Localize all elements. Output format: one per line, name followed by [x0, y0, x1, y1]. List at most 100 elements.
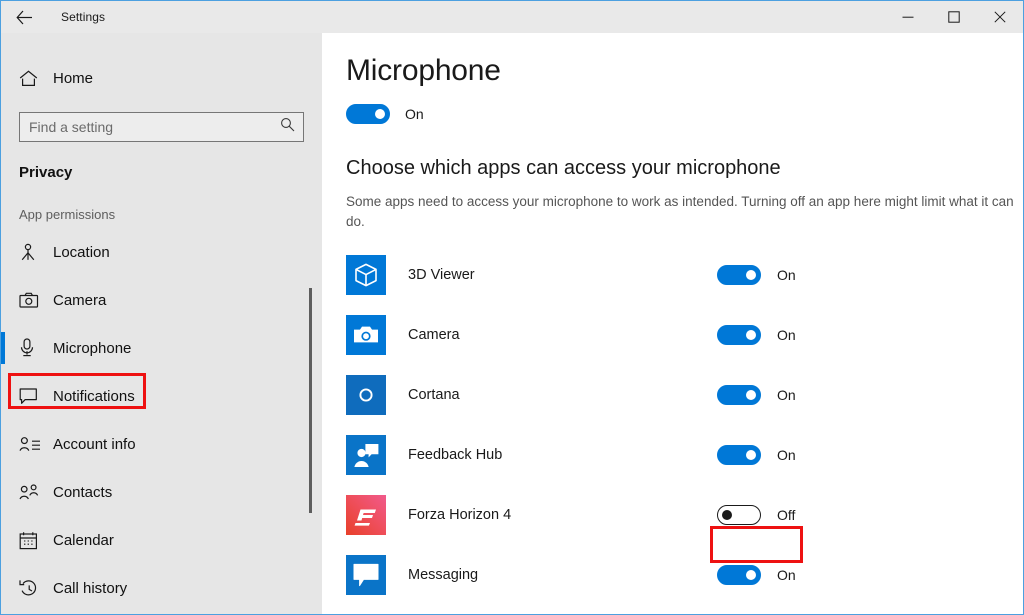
sidebar-item-label: Call history [53, 579, 128, 597]
sidebar-item-label: Microphone [53, 339, 132, 357]
app-row[interactable]: Messaging On [322, 545, 1023, 605]
master-toggle-state: On [405, 106, 424, 122]
sidebar-nav-list: Location Camera Microphone Notifications… [1, 228, 322, 612]
sidebar-item-camera[interactable]: Camera [1, 276, 322, 324]
toggle-knob [746, 449, 756, 460]
sidebar-scrollbar[interactable] [309, 288, 312, 513]
toggle-knob [375, 109, 385, 119]
app-toggle-group: Off [717, 504, 807, 525]
app-row[interactable]: 3D Viewer On [322, 245, 1023, 305]
app-permission-toggle[interactable] [717, 264, 761, 285]
app-toggle-group: On [717, 264, 807, 285]
app-toggle-state: On [777, 566, 796, 583]
sidebar: Home Privacy App permissions [1, 33, 322, 614]
home-icon [19, 70, 41, 87]
sidebar-item-label: Calendar [53, 531, 114, 549]
scrollbar-thumb[interactable] [309, 288, 312, 513]
app-name: Forza Horizon 4 [408, 506, 512, 523]
sidebar-item-label: Location [53, 243, 110, 261]
sidebar-item-home[interactable]: Home [1, 58, 322, 98]
app-toggle-state: On [777, 326, 796, 343]
maximize-button[interactable] [931, 1, 977, 33]
sidebar-item-calendar[interactable]: Calendar [1, 516, 322, 564]
app-name: Messaging [408, 566, 479, 583]
search-input[interactable] [20, 113, 270, 141]
app-permission-toggle[interactable] [717, 504, 761, 525]
search-icon [280, 117, 295, 137]
app-toggle-state: On [777, 446, 796, 463]
app-toggle-state: On [777, 266, 796, 283]
app-toggle-group: On [717, 564, 807, 585]
sidebar-item-account-info[interactable]: Account info [1, 420, 322, 468]
close-button[interactable] [977, 1, 1023, 33]
messaging-icon [346, 554, 386, 595]
back-button[interactable] [1, 1, 47, 33]
app-toggle-group: On [717, 324, 807, 345]
app-row[interactable]: Feedback Hub On [322, 425, 1023, 485]
app-row[interactable]: Cortana On [322, 365, 1023, 425]
app-toggle-group: On [717, 444, 807, 465]
sidebar-section-title: Privacy [19, 164, 73, 181]
app-row[interactable]: Camera On [322, 305, 1023, 365]
toggle-knob [746, 569, 756, 580]
section-description: Some apps need to access your microphone… [346, 194, 1014, 230]
location-icon [19, 243, 41, 262]
app-name: Cortana [408, 386, 460, 403]
toggle-knob [746, 329, 756, 340]
cube-icon [346, 254, 386, 295]
search-box[interactable] [19, 112, 304, 142]
contacts-icon [19, 483, 41, 501]
app-name: Camera [408, 326, 460, 343]
microphone-master-toggle[interactable] [346, 104, 390, 124]
back-arrow-icon [15, 10, 32, 24]
maximize-icon [948, 11, 960, 23]
app-name: 3D Viewer [408, 266, 475, 283]
window-title: Settings [61, 10, 106, 24]
app-permission-toggle[interactable] [717, 384, 761, 405]
sidebar-item-call-history[interactable]: Call history [1, 564, 322, 612]
forza-icon [346, 494, 386, 535]
selection-indicator [1, 332, 5, 364]
main-content: Microphone On Choose which apps can acce… [322, 33, 1023, 614]
app-toggle-state: On [777, 386, 796, 403]
app-permission-list: 3D Viewer On Camera On Cortana On Feedba… [322, 245, 1023, 605]
sidebar-item-label: Camera [53, 291, 107, 309]
app-permission-toggle[interactable] [717, 324, 761, 345]
camera-icon [19, 292, 41, 309]
camera-app-icon [346, 314, 386, 355]
call-history-icon [19, 579, 41, 598]
section-subheading: Choose which apps can access your microp… [346, 157, 781, 179]
app-name: Feedback Hub [408, 446, 503, 463]
sidebar-group-label: App permissions [19, 207, 116, 222]
toggle-knob [746, 389, 756, 400]
minimize-icon [902, 16, 914, 18]
title-bar: Settings [1, 1, 1023, 33]
sidebar-item-microphone[interactable]: Microphone [1, 324, 322, 372]
sidebar-item-location[interactable]: Location [1, 228, 322, 276]
calendar-icon [19, 531, 41, 550]
sidebar-item-label: Notifications [53, 387, 135, 405]
sidebar-item-notifications[interactable]: Notifications [1, 372, 322, 420]
app-permission-toggle[interactable] [717, 444, 761, 465]
app-toggle-group: On [717, 384, 807, 405]
app-permission-toggle[interactable] [717, 564, 761, 585]
sidebar-item-contacts[interactable]: Contacts [1, 468, 322, 516]
account-info-icon [19, 436, 41, 453]
app-row[interactable]: Forza Horizon 4 Off [322, 485, 1023, 545]
minimize-button[interactable] [885, 1, 931, 33]
notification-icon [19, 387, 41, 405]
close-icon [994, 11, 1006, 23]
home-label: Home [53, 69, 94, 87]
master-toggle-row: On [346, 104, 1023, 124]
window-controls [885, 1, 1023, 33]
sidebar-item-label: Contacts [53, 483, 113, 501]
page-title: Microphone [346, 54, 501, 87]
app-toggle-state: Off [777, 506, 796, 523]
sidebar-item-label: Account info [53, 435, 136, 453]
feedback-icon [346, 434, 386, 475]
toggle-knob [722, 509, 732, 520]
cortana-ring-icon [346, 374, 386, 415]
microphone-icon [19, 338, 41, 358]
settings-window: Settings Home Find a setting Privacy App… [0, 0, 1024, 615]
toggle-knob [746, 269, 756, 280]
